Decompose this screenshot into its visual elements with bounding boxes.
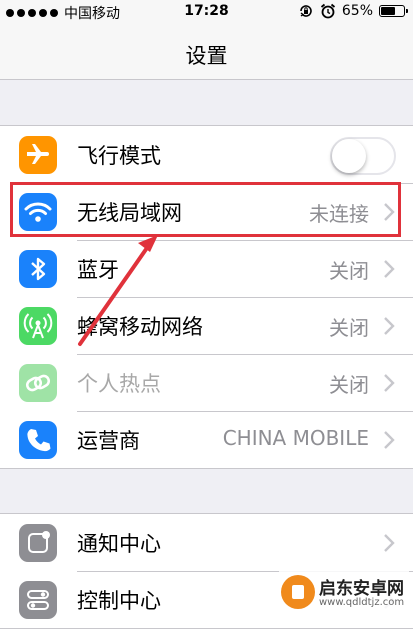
settings-row-value: 关闭	[329, 259, 369, 283]
settings-row-label: 控制中心	[77, 589, 161, 613]
settings-row-label: 运营商	[77, 429, 140, 453]
settings-row-value: CHINA MOBILE	[222, 426, 369, 450]
watermark: 启东安卓网 www.qdldtjz.com	[279, 571, 409, 615]
wifi-highlight-box	[10, 182, 401, 237]
watermark-logo-icon	[281, 575, 315, 609]
settings-row-label: 个人热点	[77, 372, 161, 396]
settings-row-notification-center[interactable]: 通知中心	[0, 514, 413, 571]
settings-row-value: 关闭	[329, 373, 369, 397]
orientation-lock-icon	[300, 5, 312, 17]
toggle-knob	[332, 139, 366, 173]
settings-row-bluetooth[interactable]: 蓝牙 关闭	[0, 240, 413, 297]
chevron-right-icon	[384, 317, 395, 335]
settings-row-cellular[interactable]: 蜂窝移动网络 关闭	[0, 297, 413, 354]
alarm-icon	[320, 3, 335, 19]
watermark-url: www.qdldtjz.com	[319, 597, 405, 608]
battery-fill	[381, 7, 395, 15]
phone-icon	[19, 421, 57, 459]
battery-icon	[379, 5, 408, 17]
page-title: 设置	[185, 44, 228, 68]
cellular-antenna-icon	[19, 307, 57, 345]
airplane-mode-toggle[interactable]	[330, 137, 396, 175]
settings-row-label: 蓝牙	[77, 258, 119, 282]
settings-row-label: 通知中心	[77, 532, 161, 556]
status-bar: 中国移动 17:28 65%	[0, 0, 413, 24]
nav-bar: 设置	[0, 24, 413, 80]
bluetooth-icon	[19, 250, 57, 288]
chevron-right-icon	[384, 260, 395, 278]
status-right: 65%	[298, 3, 408, 19]
settings-row-label: 蜂窝移动网络	[77, 315, 203, 339]
settings-row-carrier[interactable]: 运营商 CHINA MOBILE	[0, 411, 413, 468]
settings-group-connectivity: 飞行模式 无线局域网 未连接 蓝牙 关闭 蜂窝移动网络 关闭 个人热点 关闭 运…	[0, 125, 413, 469]
chevron-right-icon	[384, 431, 395, 449]
settings-row-hotspot[interactable]: 个人热点 关闭	[0, 354, 413, 411]
notification-center-icon	[19, 524, 57, 562]
settings-row-label: 飞行模式	[77, 144, 161, 168]
hotspot-link-icon	[19, 364, 57, 402]
battery-percent: 65%	[341, 3, 373, 19]
settings-row-value: 关闭	[329, 316, 369, 340]
chevron-right-icon	[384, 534, 395, 552]
chevron-right-icon	[384, 374, 395, 392]
settings-row-airplane[interactable]: 飞行模式	[0, 126, 413, 183]
airplane-icon	[19, 136, 57, 174]
watermark-title: 启东安卓网	[319, 579, 404, 599]
control-center-icon	[19, 581, 57, 619]
